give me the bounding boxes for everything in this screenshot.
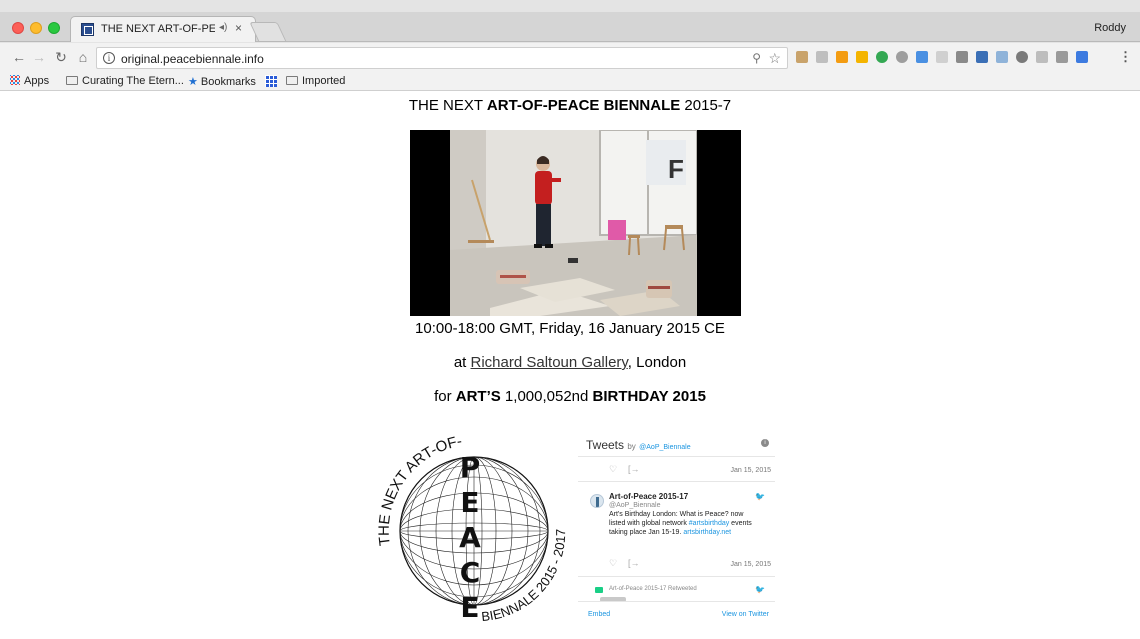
gallery-link[interactable]: Richard Saltoun Gallery <box>471 354 628 371</box>
twitter-bird-icon[interactable]: 🐦 <box>755 492 765 501</box>
profile-name[interactable]: Roddy <box>1094 22 1126 34</box>
twitter-bird-icon[interactable]: 🐦 <box>755 585 765 594</box>
address-bar[interactable]: i original.peacebiennale.info ⚲ ☆ <box>96 47 788 69</box>
timeline-header: Tweets by @AoP_Biennale <box>586 438 691 452</box>
tab-title: THE NEXT ART-OF-PEACE <box>101 23 215 35</box>
tweet-author-handle[interactable]: @AoP_Biennale <box>609 502 660 509</box>
tweet-author-name[interactable]: Art-of-Peace 2015-17 <box>609 492 688 501</box>
biennale-logo: THE NEXT ART-OF- BIENNALE 2015 - 2017 P … <box>376 433 568 624</box>
extension-icon[interactable] <box>1056 51 1068 63</box>
bookmark-imported[interactable]: Imported <box>286 75 345 87</box>
twitter-timeline[interactable]: Tweets by @AoP_Biennale i ♡ [→ Jan 15, 2… <box>578 434 775 626</box>
logo-letter: A <box>459 521 481 554</box>
favicon-icon <box>81 23 94 36</box>
tweet-date[interactable]: Jan 15, 2015 <box>731 561 771 568</box>
forward-arrow-icon[interactable]: → <box>30 48 48 66</box>
retweet-icon <box>595 587 603 593</box>
extension-icon[interactable] <box>856 51 868 63</box>
eye-extension-icon[interactable] <box>896 51 908 63</box>
page-title: THE NEXT ART-OF-PEACE BIENNALE 2015-7 <box>408 97 732 114</box>
extension-icon[interactable] <box>1036 51 1048 63</box>
extension-icon[interactable] <box>1076 51 1088 63</box>
toolbar: ← → ↻ ⌂ i original.peacebiennale.info ⚲ … <box>0 43 1140 73</box>
grammarly-extension-icon[interactable] <box>876 51 888 63</box>
location-text: at Richard Saltoun Gallery, London <box>453 354 687 371</box>
tab-close-icon[interactable]: × <box>235 21 242 35</box>
back-arrow-icon[interactable]: ← <box>10 48 28 66</box>
star-icon: ★ <box>188 76 198 88</box>
bookmark-star-icon[interactable]: ☆ <box>768 50 781 67</box>
tweet-text: Art's Birthday London: What is Peace? no… <box>609 511 752 536</box>
logo-letter: E <box>460 486 479 519</box>
share-icon[interactable]: [→ <box>628 558 640 568</box>
close-window-button[interactable] <box>12 22 24 34</box>
view-on-twitter-link[interactable]: View on Twitter <box>722 611 769 618</box>
extension-icon[interactable] <box>976 51 988 63</box>
chart-extension-icon[interactable] <box>836 51 848 63</box>
gallery-scene-image: F <box>450 130 697 316</box>
extension-icon[interactable] <box>996 51 1008 63</box>
retweeted-label: Art-of-Peace 2015-17 Retweeted <box>609 586 697 592</box>
apps-icon <box>10 75 20 85</box>
browser-chrome: THE NEXT ART-OF-PEACE ◂) × Roddy ← → ↻ ⌂… <box>0 0 1140 91</box>
extension-icon[interactable] <box>956 51 968 63</box>
avatar[interactable] <box>590 494 604 508</box>
divider <box>578 456 775 457</box>
url-text[interactable]: original.peacebiennale.info <box>121 52 264 66</box>
grid-icon <box>265 75 277 87</box>
hashtag-link[interactable]: #artsbirthday <box>689 520 729 527</box>
bookmark-apps[interactable]: Apps <box>10 75 49 87</box>
tab-strip: THE NEXT ART-OF-PEACE ◂) × Roddy <box>0 12 1140 42</box>
camera-extension-icon[interactable] <box>816 51 828 63</box>
embed-link[interactable]: Embed <box>588 611 610 618</box>
like-heart-icon[interactable]: ♡ <box>609 558 617 569</box>
time-text: 10:00-18:00 GMT, Friday, 16 January 2015… <box>415 320 725 337</box>
logo-letter: E <box>460 591 479 624</box>
tweet-date[interactable]: Jan 15, 2015 <box>731 467 771 474</box>
bookmark-bookmarks[interactable]: ★ Bookmarks <box>188 75 256 88</box>
zoom-icon[interactable]: ⚲ <box>752 51 761 65</box>
browser-tab[interactable]: THE NEXT ART-OF-PEACE ◂) × <box>70 16 256 42</box>
birthday-text: for ART’S 1,000,052nd BIRTHDAY 2015 <box>434 388 706 405</box>
extension-icon[interactable] <box>936 51 948 63</box>
download-extension-icon[interactable] <box>916 51 928 63</box>
bookmark-grid[interactable] <box>265 75 277 88</box>
info-icon[interactable]: i <box>103 52 115 64</box>
menu-icon[interactable]: ⋮ <box>1119 49 1132 65</box>
gallery-photo: F <box>450 130 697 316</box>
home-icon[interactable]: ⌂ <box>74 48 92 66</box>
extension-icon[interactable] <box>796 51 808 63</box>
logo-letter: P <box>460 451 481 484</box>
timeline-footer: Embed View on Twitter <box>578 601 775 626</box>
divider <box>578 576 775 577</box>
handle-link[interactable]: @AoP_Biennale <box>639 444 690 451</box>
bookmark-curating[interactable]: Curating The Etern... <box>66 75 184 87</box>
bookmarks-bar: Apps Curating The Etern... ★ Bookmarks Im… <box>0 73 1140 91</box>
web-page: THE NEXT ART-OF-PEACE BIENNALE 2015-7 F <box>0 92 1140 639</box>
maximize-window-button[interactable] <box>48 22 60 34</box>
extension-icon[interactable] <box>1016 51 1028 63</box>
folder-icon <box>286 76 298 85</box>
share-icon[interactable]: [→ <box>628 464 640 474</box>
divider <box>578 481 775 482</box>
logo-letter: C <box>460 556 481 589</box>
info-icon[interactable]: i <box>761 439 769 447</box>
minimize-window-button[interactable] <box>30 22 42 34</box>
reload-icon[interactable]: ↻ <box>52 48 70 66</box>
svg-text:F: F <box>668 154 684 184</box>
like-heart-icon[interactable]: ♡ <box>609 464 617 475</box>
speaker-icon[interactable]: ◂) <box>219 22 227 33</box>
tweet-link[interactable]: artsbirthday.net <box>683 529 731 536</box>
folder-icon <box>66 76 78 85</box>
video-player[interactable]: F <box>410 130 741 316</box>
